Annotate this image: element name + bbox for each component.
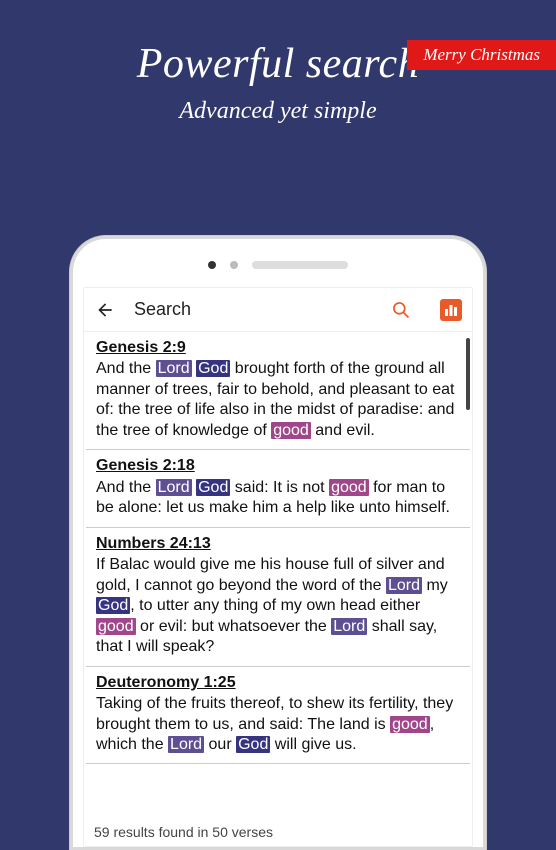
sensor-dot	[230, 261, 238, 269]
highlight: God	[236, 736, 270, 753]
speaker-grille	[252, 261, 348, 269]
hero-subtitle: Advanced yet simple	[0, 98, 556, 125]
highlight: Lord	[331, 618, 367, 635]
verse-text: And the Lord God said: It is not good fo…	[96, 478, 460, 519]
verse-text: And the Lord God brought forth of the gr…	[96, 359, 460, 441]
back-button[interactable]	[94, 299, 116, 321]
bar-chart-icon	[444, 303, 458, 317]
highlight: Lord	[168, 736, 204, 753]
highlight: Lord	[386, 577, 422, 594]
app-bar: Search	[84, 288, 472, 332]
phone-sensors	[83, 253, 473, 277]
result-item[interactable]: Genesis 2:9And the Lord God brought fort…	[86, 332, 470, 450]
verse-reference[interactable]: Deuteronomy 1:25	[96, 673, 236, 693]
stats-button[interactable]	[440, 299, 462, 321]
highlight: God	[196, 479, 230, 496]
verse-text: Taking of the fruits thereof, to shew it…	[96, 694, 460, 755]
highlight: God	[96, 597, 130, 614]
highlight: good	[390, 716, 430, 733]
camera-dot	[208, 261, 216, 269]
screen-title: Search	[134, 299, 362, 320]
verse-reference[interactable]: Genesis 2:9	[96, 338, 186, 358]
phone-screen: Search Genesis 2:9And the Lord God broug…	[83, 287, 473, 847]
highlight: Lord	[156, 479, 192, 496]
highlight: good	[329, 479, 369, 496]
phone-frame: Search Genesis 2:9And the Lord God broug…	[70, 236, 486, 850]
results-list[interactable]: Genesis 2:9And the Lord God brought fort…	[84, 332, 472, 820]
verse-reference[interactable]: Genesis 2:18	[96, 456, 195, 476]
promo-badge: Merry Christmas	[407, 40, 556, 70]
result-item[interactable]: Numbers 24:13If Balac would give me his …	[86, 528, 470, 667]
search-icon	[391, 300, 411, 320]
highlight: good	[96, 618, 136, 635]
result-item[interactable]: Deuteronomy 1:25Taking of the fruits the…	[86, 667, 470, 765]
results-count: 59 results found in 50 verses	[84, 820, 472, 846]
highlight: Lord	[156, 360, 192, 377]
verse-text: If Balac would give me his house full of…	[96, 555, 460, 657]
highlight: God	[196, 360, 230, 377]
scrollbar-thumb[interactable]	[466, 338, 470, 410]
search-button[interactable]	[390, 299, 412, 321]
result-item[interactable]: Genesis 2:18And the Lord God said: It is…	[86, 450, 470, 527]
verse-reference[interactable]: Numbers 24:13	[96, 534, 211, 554]
highlight: good	[271, 422, 311, 439]
arrow-left-icon	[95, 300, 115, 320]
